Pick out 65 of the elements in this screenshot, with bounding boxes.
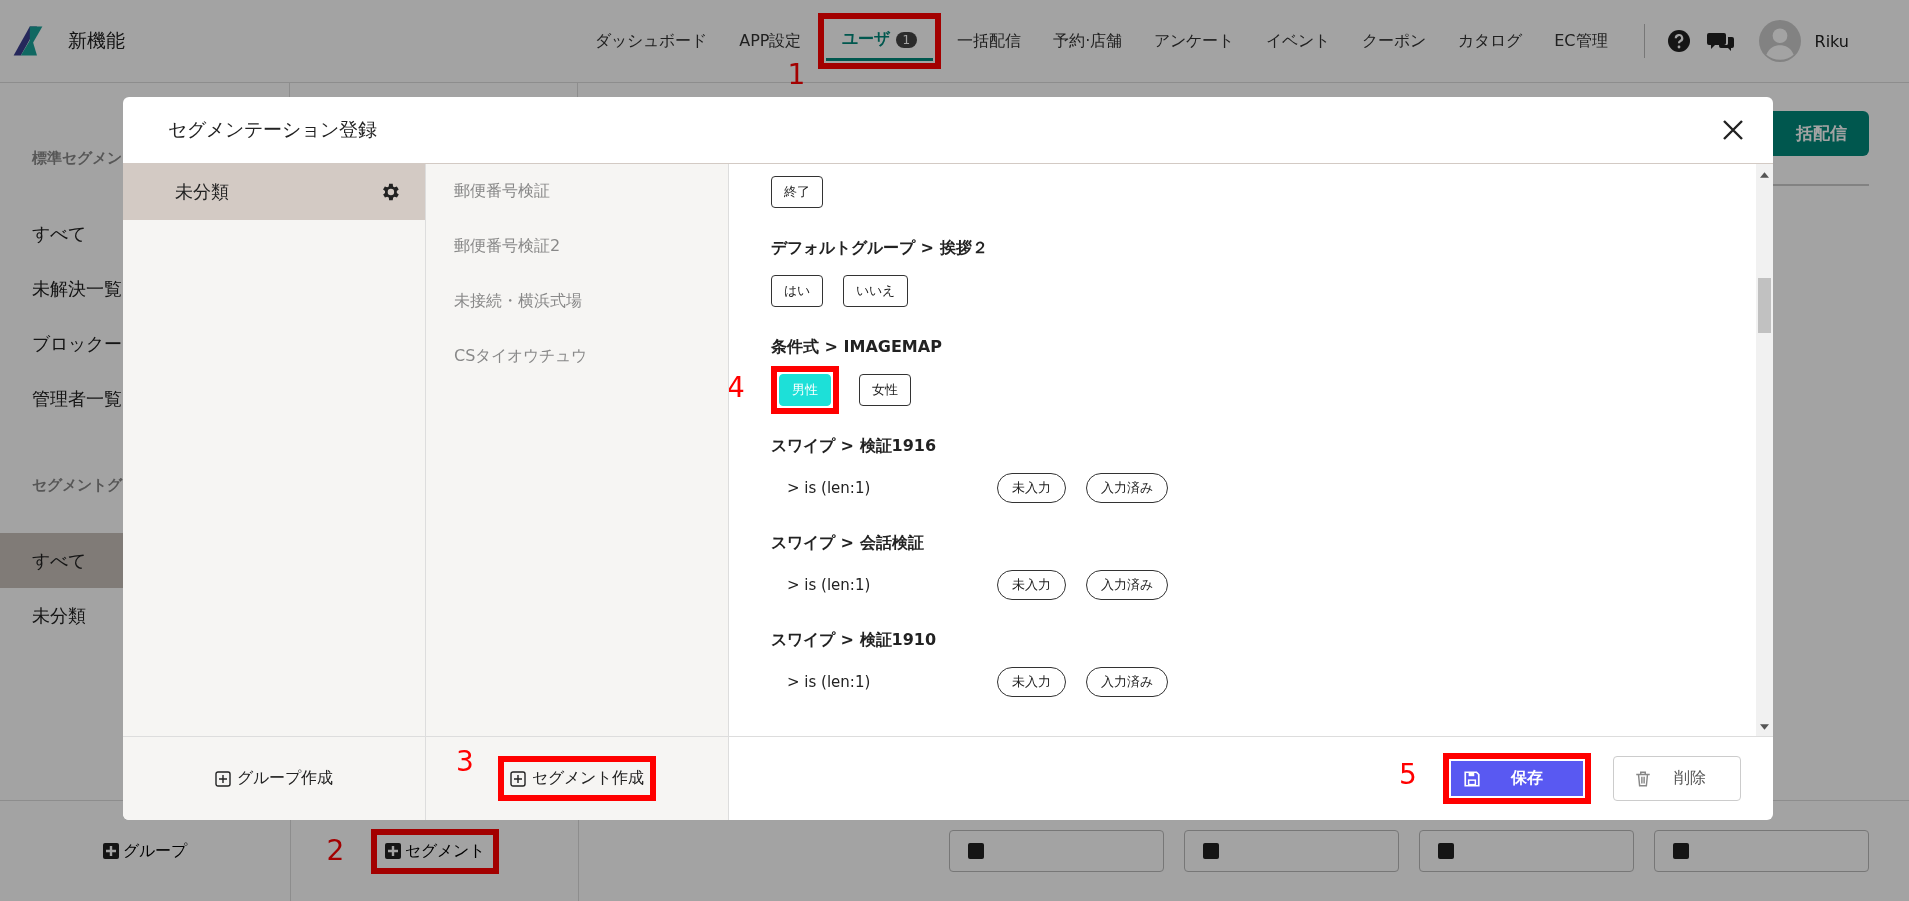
nav-tab[interactable]: 一括配信 [941,22,1038,60]
answer-tag[interactable]: 入力済み [1086,570,1168,600]
plus-icon [384,843,401,859]
answer-tag[interactable]: 女性 [859,374,911,406]
square-icon [1203,843,1219,859]
nav-tab[interactable]: クーポン [1346,22,1443,60]
create-segment-button[interactable]: セグメント作成 [506,764,648,793]
nav-tab[interactable]: イベント [1250,22,1347,60]
square-icon [1673,843,1689,859]
plus-icon [215,770,231,787]
add-segment-button[interactable]: セグメント [378,836,491,866]
sidebar-heading: 標準セグメン [31,149,123,168]
nav-tab[interactable]: ダッシュボード [579,22,724,60]
group-label: 未分類 [175,180,229,204]
create-group-button[interactable]: グループ作成 [211,764,337,793]
question-title: デフォルトグループ > 挨拶２ [771,238,989,259]
answer-tag[interactable]: はい [771,275,823,307]
square-icon [968,843,984,859]
answer-tag[interactable]: 終了 [771,176,823,208]
nav-tab[interactable]: APP設定 [723,22,818,60]
csv-button[interactable] [1654,830,1869,872]
modal-title: セグメンテーション登録 [168,117,377,142]
csv-button[interactable] [1184,830,1399,872]
close-icon[interactable] [1721,118,1745,142]
save-button[interactable]: 保存 [1451,761,1583,796]
user-name[interactable]: Riku [1814,31,1849,51]
help-icon[interactable] [1666,29,1691,53]
scrollbar[interactable] [1756,164,1773,736]
csv-button[interactable] [949,830,1164,872]
sidebar-heading: セグメントグ [31,476,124,495]
square-icon [1438,843,1454,859]
plus-icon [510,770,526,787]
nav-tab[interactable]: EC管理 [1538,22,1624,60]
nav-tab[interactable]: 予約·店舗 [1037,22,1139,60]
answer-tag[interactable]: 未入力 [997,667,1066,697]
scroll-up-icon[interactable] [1760,172,1769,178]
question-title: スワイプ > 検証1916 [771,436,938,457]
trash-icon [1634,769,1652,788]
group-item[interactable]: 未分類 [123,164,425,220]
condition-label: > is (len:1) [786,479,872,497]
scroll-down-icon[interactable] [1760,724,1769,730]
add-group-button[interactable]: グループ [97,836,193,866]
plus-icon [103,843,119,859]
callout-number: 3 [456,748,474,776]
callout-number: 1 [787,61,806,89]
condition-label: > is (len:1) [786,673,872,691]
csv-button[interactable] [1419,830,1634,872]
answer-tag[interactable]: 入力済み [1086,473,1168,503]
question-title: スワイプ > 会話検証 [771,533,925,554]
answer-tag[interactable]: 未入力 [997,570,1066,600]
callout-number: 2 [326,836,345,865]
delete-button[interactable]: 削除 [1613,756,1741,801]
answer-tag[interactable]: いいえ [843,275,908,307]
app-name: 新機能 [68,28,125,53]
answer-tag[interactable]: 入力済み [1086,667,1168,697]
answer-tag[interactable]: 未入力 [997,473,1066,503]
nav-tab[interactable]: カタログ [1442,22,1539,60]
question-title: スワイプ > 検証1910 [771,630,938,651]
nav-tab[interactable]: アンケート [1138,22,1251,60]
callout-number: 4 [729,374,745,402]
callout-number: 5 [1399,761,1417,789]
question-title: 条件式 > IMAGEMAP [771,337,943,358]
condition-label: > is (len:1) [786,576,872,594]
scroll-thumb[interactable] [1758,278,1771,333]
nav-tab[interactable]: ユーザ 1 [825,21,934,61]
